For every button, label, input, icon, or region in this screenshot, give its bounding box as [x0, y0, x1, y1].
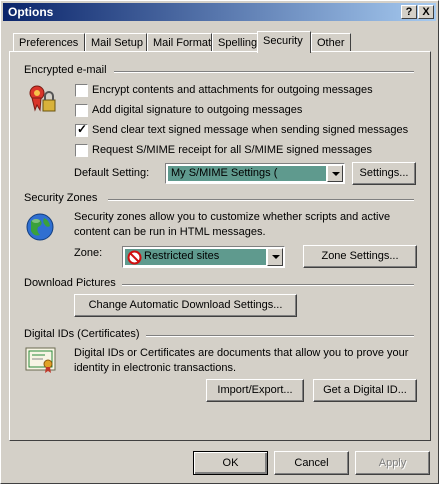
- tab-spelling[interactable]: Spelling: [212, 33, 258, 52]
- section-divider: [108, 199, 414, 201]
- tab-label: Preferences: [19, 37, 79, 49]
- send-clear-text-checkbox[interactable]: [75, 122, 88, 137]
- help-button[interactable]: ?: [401, 5, 417, 19]
- change-download-settings-label: Change Automatic Download Settings...: [88, 299, 283, 311]
- restricted-sites-icon: [127, 250, 142, 265]
- default-setting-value: My S/MIME Settings (: [168, 166, 326, 181]
- ids-description-line1: Digital IDs or Certificates are document…: [74, 347, 409, 359]
- digital-ids-heading: Digital IDs (Certificates): [24, 328, 140, 340]
- send-clear-text-label: Send clear text signed message when send…: [92, 124, 409, 136]
- tab-label: Mail Format: [153, 37, 212, 49]
- tab-label: Security: [263, 35, 303, 47]
- section-divider: [114, 71, 414, 73]
- tab-security[interactable]: Security: [257, 31, 311, 53]
- default-setting-label: Default Setting:: [74, 167, 150, 179]
- chevron-down-icon[interactable]: [327, 165, 343, 182]
- digital-id-certificate-icon: [25, 347, 56, 373]
- security-tab-panel: Encrypted e-mail Encrypt contents and at…: [9, 51, 431, 441]
- zone-dropdown[interactable]: Restricted sites: [122, 246, 285, 268]
- add-signature-label: Add digital signature to outgoing messag…: [92, 104, 303, 116]
- options-dialog: Options ? X Preferences Mail Setup Mail …: [0, 0, 439, 484]
- globe-icon: [26, 213, 54, 241]
- close-button[interactable]: X: [418, 5, 434, 19]
- close-icon: X: [422, 6, 430, 18]
- tab-label: Mail Setup: [91, 37, 143, 49]
- import-export-button[interactable]: Import/Export...: [206, 379, 304, 402]
- tab-label: Spelling: [218, 37, 258, 49]
- security-zones-heading: Security Zones: [24, 192, 98, 204]
- help-icon: ?: [405, 6, 413, 18]
- change-download-settings-button[interactable]: Change Automatic Download Settings...: [74, 294, 297, 317]
- tab-mail-format[interactable]: Mail Format: [147, 33, 212, 52]
- default-setting-dropdown[interactable]: My S/MIME Settings (: [165, 163, 345, 184]
- zone-settings-button-label: Zone Settings...: [321, 250, 399, 262]
- tab-preferences[interactable]: Preferences: [13, 33, 85, 52]
- get-digital-id-label: Get a Digital ID...: [323, 384, 407, 396]
- cancel-label: Cancel: [294, 457, 329, 469]
- add-signature-checkbox[interactable]: [75, 104, 88, 117]
- download-pictures-heading: Download Pictures: [24, 277, 116, 289]
- apply-button[interactable]: Apply: [355, 451, 430, 475]
- zone-value: Restricted sites: [125, 249, 266, 265]
- apply-label: Apply: [378, 457, 407, 469]
- ok-label: OK: [222, 457, 239, 469]
- ids-description-line2: identity in electronic transactions.: [74, 362, 237, 374]
- zone-settings-button[interactable]: Zone Settings...: [303, 245, 417, 268]
- section-divider: [146, 335, 414, 337]
- cancel-button[interactable]: Cancel: [274, 451, 349, 475]
- zones-description-line1: Security zones allow you to customize wh…: [74, 211, 391, 223]
- request-receipt-checkbox[interactable]: [75, 144, 88, 157]
- certificate-lock-icon: [29, 85, 56, 112]
- section-divider: [122, 284, 414, 286]
- tab-label: Other: [317, 37, 345, 49]
- ok-button[interactable]: OK: [193, 451, 268, 475]
- encrypted-email-heading: Encrypted e-mail: [24, 64, 107, 76]
- window-title: Options: [8, 5, 54, 19]
- tab-mail-setup[interactable]: Mail Setup: [85, 33, 147, 52]
- get-digital-id-button[interactable]: Get a Digital ID...: [313, 379, 417, 402]
- request-receipt-label: Request S/MIME receipt for all S/MIME si…: [92, 144, 372, 156]
- title-bar[interactable]: Options ? X: [3, 3, 436, 21]
- encrypt-contents-label: Encrypt contents and attachments for out…: [92, 84, 373, 96]
- settings-button[interactable]: Settings...: [352, 162, 416, 185]
- tab-other[interactable]: Other: [311, 33, 351, 52]
- zones-description-line2: content can be run in HTML messages.: [74, 226, 266, 238]
- import-export-label: Import/Export...: [217, 384, 293, 396]
- encrypt-contents-checkbox[interactable]: [75, 84, 88, 97]
- zone-label: Zone:: [74, 247, 103, 259]
- chevron-down-icon[interactable]: [267, 248, 283, 266]
- settings-button-label: Settings...: [359, 167, 409, 179]
